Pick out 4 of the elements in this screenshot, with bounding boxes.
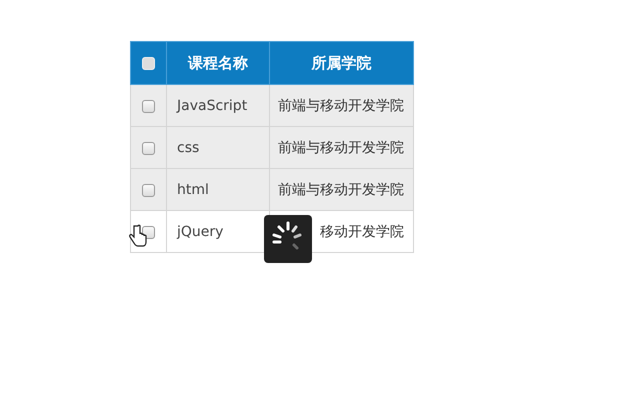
row-checkbox[interactable] bbox=[142, 100, 155, 114]
row-checkbox[interactable] bbox=[142, 184, 155, 198]
row-checkbox[interactable] bbox=[142, 142, 155, 156]
select-all-checkbox[interactable] bbox=[142, 57, 155, 70]
